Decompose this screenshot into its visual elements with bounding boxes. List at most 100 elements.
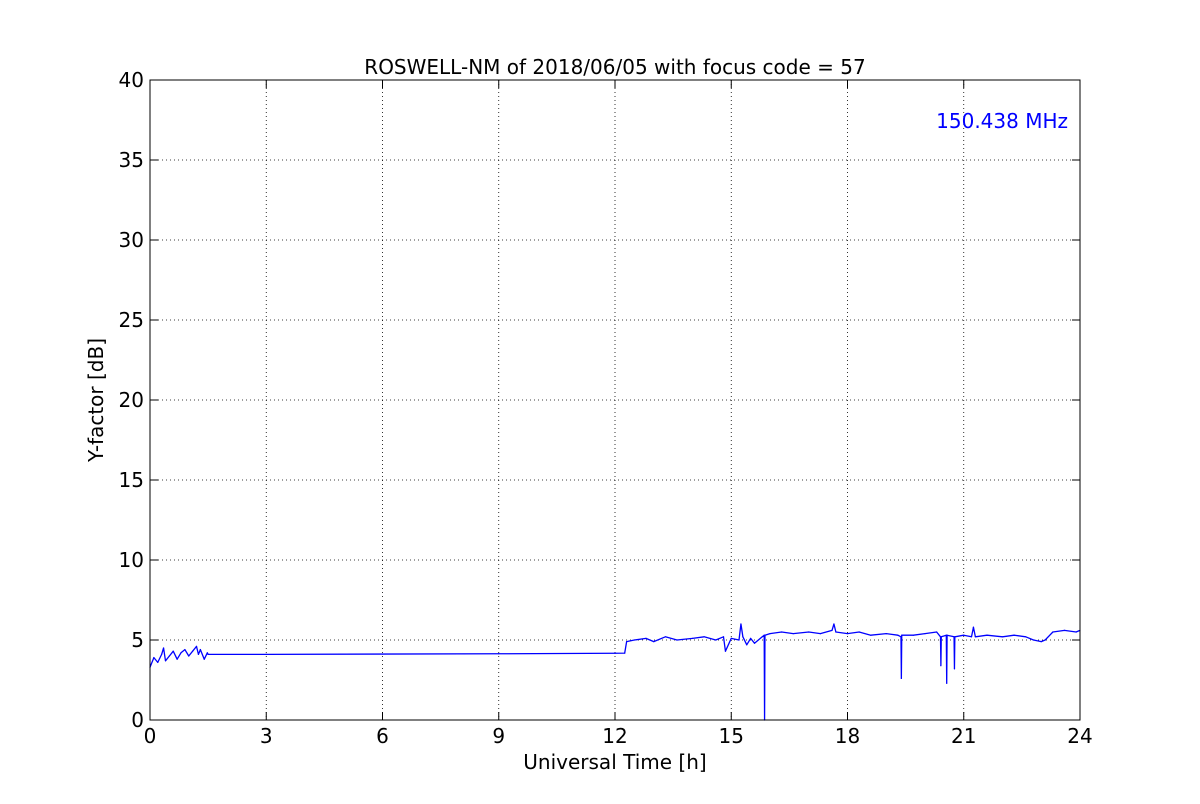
series-point: [936, 631, 938, 633]
series-point: [831, 629, 833, 632]
series-point: [1052, 631, 1054, 633]
series-point: [184, 649, 186, 651]
series-point: [722, 636, 725, 638]
series-point: [753, 642, 756, 644]
series-point: [265, 653, 267, 656]
series-point: [1013, 634, 1015, 636]
series-point: [750, 637, 752, 640]
series-point: [846, 633, 849, 635]
series-point: [164, 660, 167, 662]
x-tick-label: 0: [144, 724, 157, 748]
series-point: [703, 636, 705, 638]
series-point: [676, 639, 678, 641]
series-point: [1075, 631, 1077, 633]
chart-title: ROSWELL-NM of 2018/06/05 with focus code…: [364, 55, 865, 79]
series-point: [792, 633, 794, 635]
series-point: [740, 623, 742, 625]
series-point: [176, 658, 178, 660]
series-point: [746, 644, 748, 646]
series-point: [381, 653, 384, 655]
series-point: [940, 665, 942, 667]
series-point: [897, 634, 899, 636]
series-point: [162, 647, 165, 649]
series-point: [761, 636, 763, 638]
series-point: [724, 650, 727, 652]
y-tick-label: 5: [131, 628, 144, 652]
series-point: [192, 650, 194, 652]
series-point: [885, 633, 887, 635]
series-point: [833, 623, 835, 625]
series-point: [172, 650, 174, 652]
series-point: [972, 626, 975, 628]
series-point: [203, 658, 205, 660]
series-point: [912, 634, 914, 636]
y-tick-label: 15: [119, 468, 144, 492]
x-tick-label: 21: [951, 724, 976, 748]
x-tick-label: 12: [602, 724, 627, 748]
y-tick-label: 30: [119, 228, 144, 252]
series-point: [954, 636, 956, 638]
series-point: [691, 637, 694, 640]
series-point: [626, 641, 628, 643]
series-point: [633, 639, 635, 641]
x-tick-label: 18: [835, 724, 860, 748]
y-tick-label: 10: [119, 548, 144, 572]
series-point: [1040, 641, 1042, 643]
series-point: [180, 652, 182, 654]
series-point: [870, 634, 872, 636]
series-point: [1044, 639, 1046, 641]
series-point: [161, 653, 163, 656]
x-tick-label: 6: [376, 724, 389, 748]
series-point: [653, 641, 655, 643]
series-point: [153, 657, 155, 659]
series-point: [946, 634, 948, 636]
x-axis-label: Universal Time [h]: [523, 750, 706, 774]
series-point: [188, 655, 190, 657]
series-point: [940, 636, 942, 638]
series-point: [769, 633, 771, 635]
series-point: [614, 652, 616, 654]
series-point: [901, 634, 903, 636]
y-tick-label: 25: [119, 308, 144, 332]
series-point: [953, 668, 956, 670]
series-point: [168, 655, 170, 657]
series-point: [1032, 639, 1035, 641]
series-point: [1025, 636, 1027, 638]
y-tick-label: 40: [119, 68, 144, 92]
x-tick-label: 3: [260, 724, 273, 748]
series-point: [645, 637, 647, 640]
y-tick-label: 0: [131, 708, 144, 732]
series-point: [197, 653, 200, 656]
series-point: [900, 636, 902, 638]
x-tick-label: 15: [719, 724, 744, 748]
frequency-annotation: 150.438 MHz: [936, 109, 1068, 133]
series-point: [1001, 636, 1004, 638]
series-point: [206, 652, 208, 654]
series-point: [498, 653, 500, 655]
series-point: [199, 649, 201, 651]
series-point: [738, 639, 740, 641]
chart-svg: 0 3 6 9 12 15 18 21 24 0 5 10 15 20 25 30 35 40 ROSWELL-N…: [0, 0, 1200, 800]
series-point: [974, 636, 976, 638]
series-point: [986, 634, 988, 636]
x-tick-label: 24: [1067, 724, 1092, 748]
series-point: [963, 634, 965, 636]
y-axis-label: Y-factor [dB]: [84, 338, 108, 463]
series-point: [157, 661, 159, 664]
series-point: [624, 652, 626, 654]
series-point: [858, 631, 860, 633]
series-point: [1063, 629, 1066, 632]
series-point: [819, 633, 821, 635]
series-point: [946, 682, 948, 684]
series-point: [900, 677, 902, 680]
series-point: [835, 631, 837, 633]
series-point: [730, 637, 732, 640]
series-point: [970, 636, 973, 638]
series-point: [764, 634, 766, 636]
y-tick-label: 35: [119, 148, 144, 172]
series-point: [195, 645, 198, 648]
series-point: [207, 653, 209, 656]
series-point: [924, 633, 926, 635]
series-point: [808, 631, 810, 633]
x-tick-label: 9: [492, 724, 505, 748]
